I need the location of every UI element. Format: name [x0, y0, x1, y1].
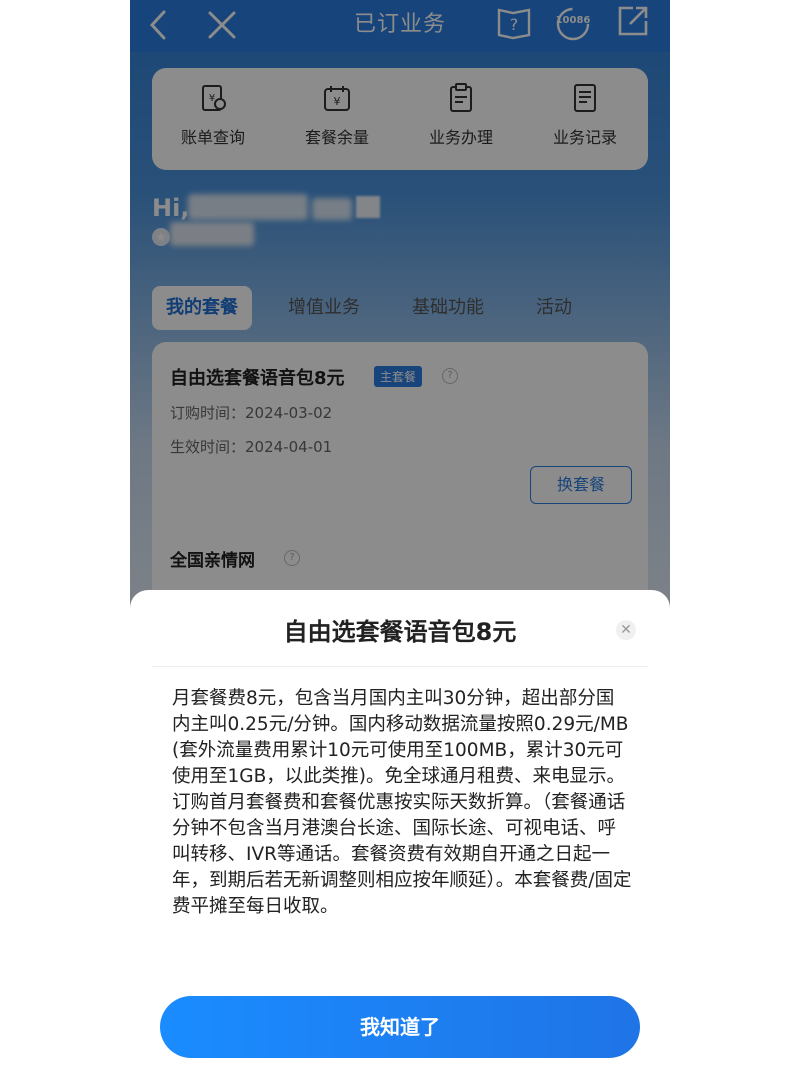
- acknowledge-button[interactable]: 我知道了: [160, 996, 640, 1058]
- plan-detail-sheet: 自由选套餐语音包8元 ✕ 月套餐费8元，包含当月国内主叫30分钟，超出部分国内主…: [130, 590, 670, 1070]
- phone-screen: 已订业务 ? 10086 ¥ 账单查询 ¥ 套餐余量 业务办理 业务记录 Hi,…: [130, 0, 670, 1070]
- sheet-title: 自由选套餐语音包8元: [283, 618, 517, 646]
- divider: [152, 666, 648, 667]
- plan-description: 月套餐费8元，包含当月国内主叫30分钟，超出部分国内主叫0.25元/分钟。国内移…: [172, 688, 632, 917]
- close-icon[interactable]: ✕: [616, 620, 636, 640]
